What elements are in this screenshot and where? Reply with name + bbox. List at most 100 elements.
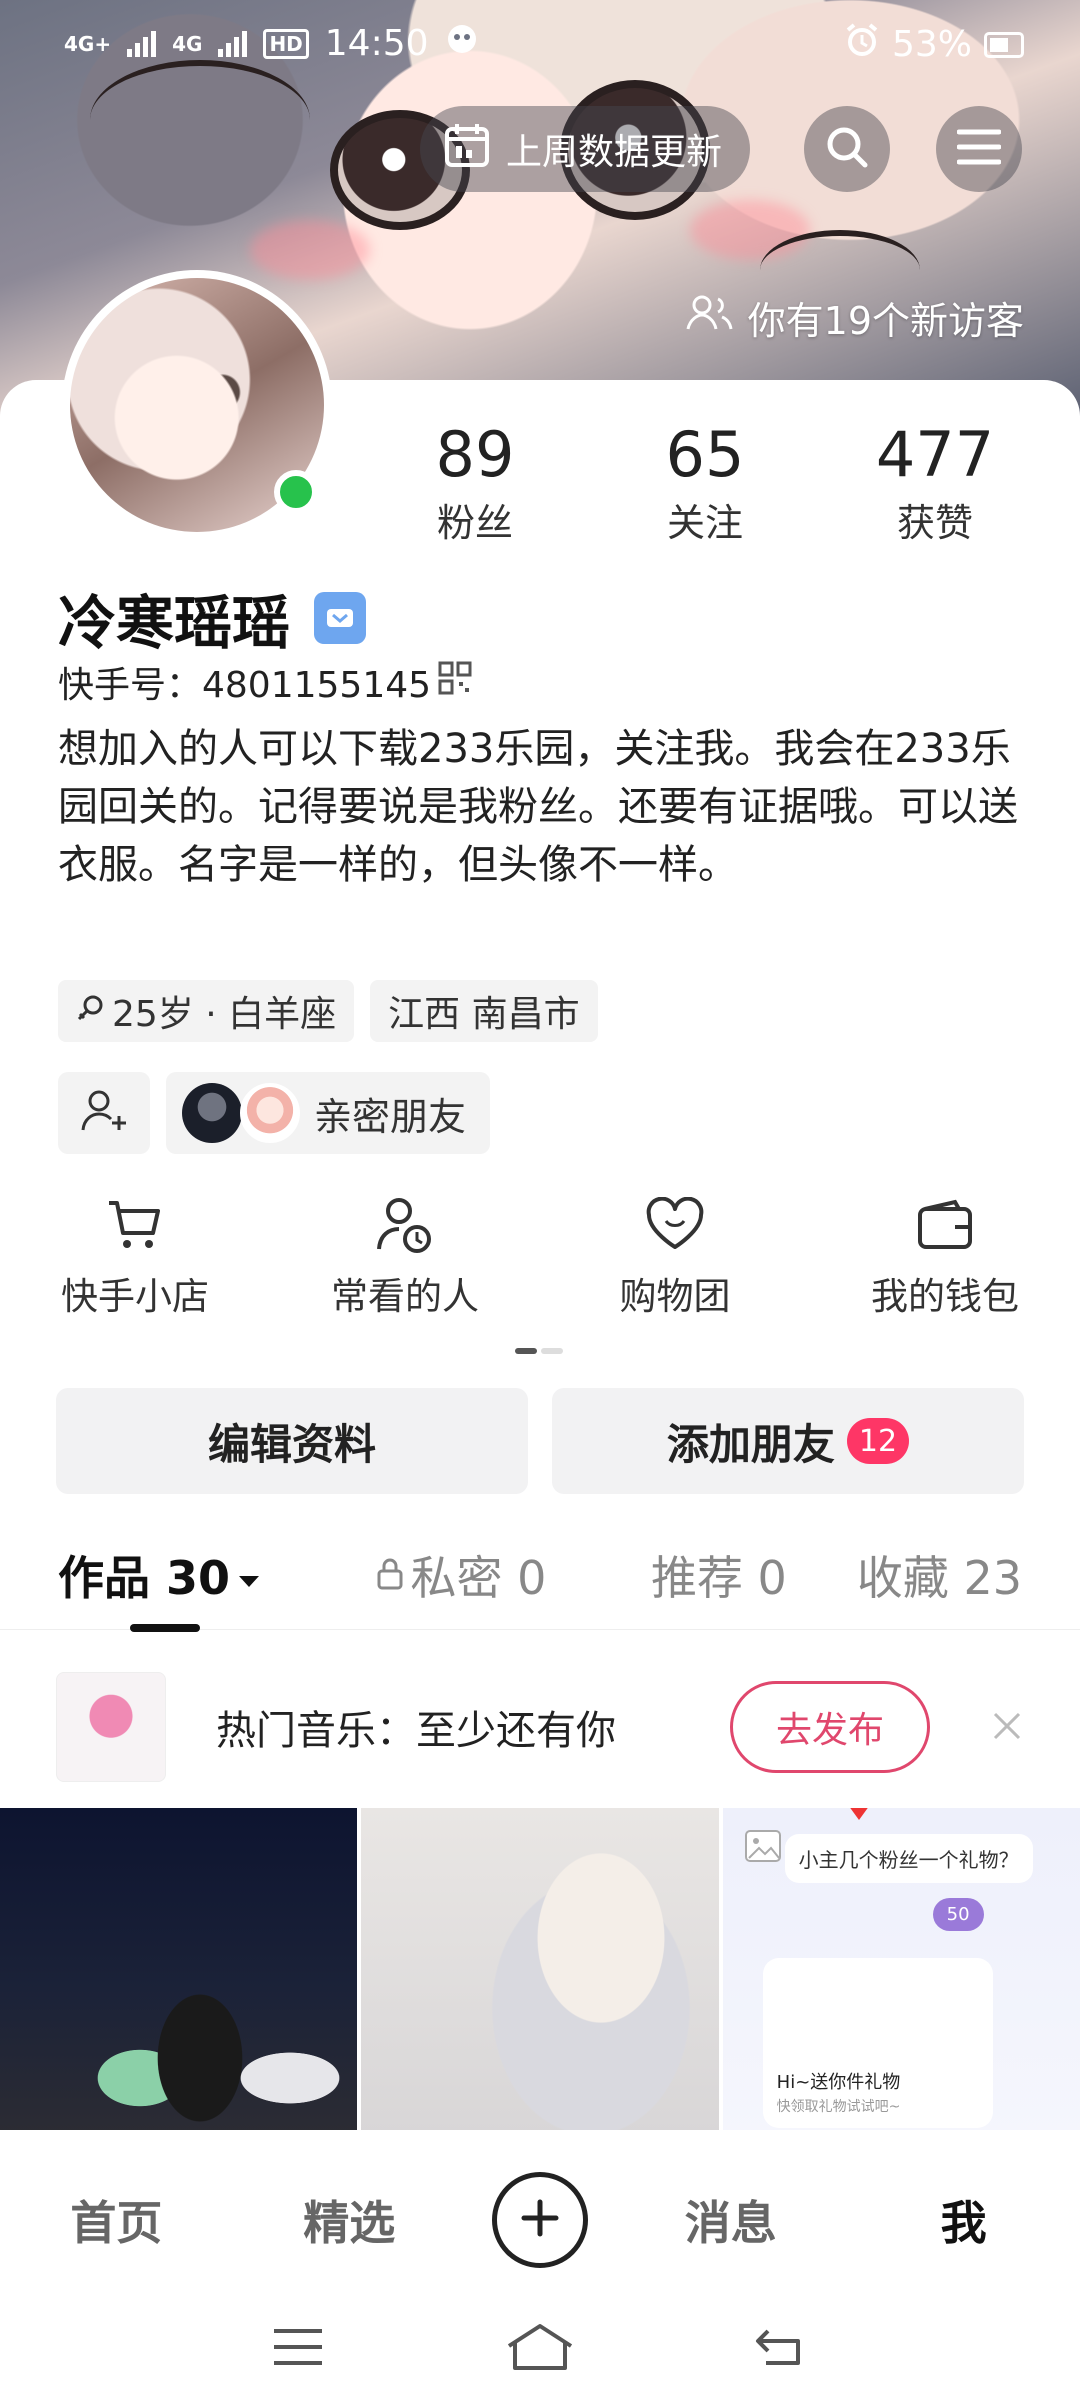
visitors-icon — [686, 293, 734, 342]
tab-private[interactable]: 私密 0 — [306, 1542, 614, 1608]
menu-button[interactable] — [936, 106, 1022, 192]
action-buttons: 编辑资料 添加朋友 12 — [56, 1388, 1024, 1494]
quick-action-label: 购物团 — [619, 1275, 731, 1318]
home-icon[interactable] — [505, 2322, 575, 2376]
tab-label: 作品 30 — [58, 1550, 231, 1605]
video-thumbnail[interactable]: 小主几个粉丝一个礼物？ 50 Hi~送你件礼物 快领取礼物试试吧~ — [722, 1808, 1080, 2138]
nav-home[interactable]: 首页 — [26, 2187, 206, 2253]
quick-action-label: 快手小店 — [61, 1275, 209, 1318]
visitors-link[interactable]: 你有19个新访客 — [686, 290, 1024, 345]
stat-label: 获赞 — [896, 501, 973, 545]
recent-apps-icon[interactable] — [270, 2325, 326, 2373]
location-text: 江西 南昌市 — [388, 994, 580, 1035]
music-title: 热门音乐：至少还有你 — [216, 1708, 616, 1754]
quick-action-group-buy[interactable]: 购物团 — [540, 1190, 810, 1320]
tab-works[interactable]: 作品 30 — [58, 1542, 306, 1608]
friends-row: 亲密朋友 — [58, 1072, 491, 1154]
add-friend-count-badge: 12 — [846, 1418, 910, 1464]
signal-icon — [127, 30, 157, 57]
bottom-nav: 首页 精选 消息 我 — [0, 2130, 1080, 2310]
tab-favorites[interactable]: 收藏 23 — [823, 1542, 1022, 1608]
data-update-label: 上周数据更新 — [506, 132, 723, 173]
zodiac-icon — [76, 991, 106, 1032]
visitors-text: 你有19个新访客 — [747, 299, 1024, 343]
stat-following[interactable]: 65 关注 — [590, 420, 820, 547]
verified-badge-icon[interactable] — [314, 592, 367, 644]
close-icon[interactable] — [990, 1700, 1024, 1754]
kuaishou-id-text: 快手号：4801155145 — [58, 665, 432, 706]
profile-tags: 25岁 · 白羊座 江西 南昌市 — [58, 980, 598, 1042]
tab-label: 收藏 23 — [856, 1550, 1022, 1605]
caret-down-icon — [236, 1548, 262, 1602]
gift-subtitle: 快领取礼物试试吧~ — [776, 2099, 901, 2115]
quick-action-shop[interactable]: 快手小店 — [0, 1190, 270, 1320]
active-tab-indicator — [130, 1624, 200, 1632]
create-button[interactable] — [491, 2172, 588, 2268]
battery-percent: 53% — [891, 24, 972, 65]
calendar-icon — [442, 120, 492, 179]
network-label: 4G+ — [64, 31, 112, 56]
stat-likes[interactable]: 477 获赞 — [820, 420, 1050, 547]
gift-question-bubble: 小主几个粉丝一个礼物？ — [784, 1834, 1033, 1883]
video-thumbnail[interactable] — [0, 1808, 358, 2138]
stat-label: 粉丝 — [436, 501, 513, 545]
profile-name: 冷寒瑶瑶 — [58, 589, 291, 657]
cart-icon — [0, 1190, 270, 1260]
search-button[interactable] — [804, 106, 890, 192]
stats-row: 89 粉丝 65 关注 477 获赞 — [360, 420, 1050, 547]
profile-name-row: 冷寒瑶瑶 — [58, 576, 367, 660]
online-status-indicator — [274, 470, 318, 514]
close-friends-button[interactable]: 亲密朋友 — [166, 1072, 491, 1154]
edit-profile-button[interactable]: 编辑资料 — [56, 1388, 528, 1494]
avatar[interactable] — [62, 270, 332, 540]
gift-count-tag: 50 — [932, 1898, 984, 1931]
signal-icon-2 — [218, 30, 248, 57]
age-sign-chip: 25岁 · 白羊座 — [58, 980, 355, 1042]
add-friend-label: 添加朋友 — [666, 1419, 835, 1469]
clock: 14:50 — [324, 23, 429, 64]
qrcode-icon[interactable] — [437, 660, 473, 705]
location-chip: 江西 南昌市 — [370, 980, 598, 1042]
profile-bio: 想加入的人可以下载233乐园，关注我。我会在233乐园回关的。记得要说是我粉丝。… — [58, 726, 1018, 888]
tab-label: 私密 0 — [410, 1550, 547, 1605]
nav-me[interactable]: 我 — [874, 2187, 1054, 2253]
nav-messages[interactable]: 消息 — [641, 2187, 821, 2253]
nav-featured[interactable]: 精选 — [259, 2187, 439, 2253]
video-thumbnail[interactable] — [361, 1808, 719, 2138]
stat-fans[interactable]: 89 粉丝 — [360, 420, 590, 547]
add-user-icon — [79, 1088, 129, 1138]
network-label-2: 4G — [172, 31, 203, 56]
person-clock-icon — [270, 1190, 540, 1260]
publish-label: 去发布 — [775, 1710, 884, 1751]
publish-button[interactable]: 去发布 — [730, 1681, 930, 1773]
add-friend-button[interactable]: 添加朋友 12 — [552, 1388, 1024, 1494]
stat-label: 关注 — [666, 501, 743, 545]
back-icon[interactable] — [754, 2323, 810, 2375]
battery-icon — [984, 31, 1024, 58]
lock-icon — [375, 1548, 405, 1602]
age-sign-text: 25岁 · 白羊座 — [112, 994, 337, 1035]
tab-label: 推荐 0 — [650, 1550, 787, 1605]
gift-card: Hi~送你件礼物 快领取礼物试试吧~ — [762, 1958, 993, 2128]
heart-icon — [540, 1190, 810, 1260]
stat-value: 89 — [435, 418, 515, 491]
gift-title: Hi~送你件礼物 — [776, 2072, 901, 2093]
music-thumbnail[interactable] — [56, 1672, 166, 1782]
system-nav-bar — [0, 2290, 1080, 2408]
works-grid: 小主几个粉丝一个礼物？ 50 Hi~送你件礼物 快领取礼物试试吧~ — [0, 1808, 1080, 2138]
close-friends-label: 亲密朋友 — [314, 1094, 467, 1139]
image-post-icon — [743, 1828, 783, 1868]
quick-action-frequent[interactable]: 常看的人 — [270, 1190, 540, 1320]
quick-actions: 快手小店 常看的人 购物团 我的钱包 — [0, 1190, 1080, 1320]
quick-action-wallet[interactable]: 我的钱包 — [810, 1190, 1080, 1320]
kuaishou-id[interactable]: 快手号：4801155145 — [58, 656, 473, 708]
wallet-icon — [810, 1190, 1080, 1260]
data-update-button[interactable]: 上周数据更新 — [420, 106, 750, 192]
edit-profile-label: 编辑资料 — [207, 1419, 376, 1469]
stat-value: 65 — [665, 418, 745, 491]
add-friend-icon-button[interactable] — [58, 1072, 150, 1154]
content-tabs: 作品 30 私密 0 推荐 0 收藏 23 — [0, 1520, 1080, 1630]
quick-action-label: 常看的人 — [331, 1275, 479, 1318]
tab-recommended[interactable]: 推荐 0 — [615, 1542, 824, 1608]
stat-value: 477 — [875, 418, 995, 491]
